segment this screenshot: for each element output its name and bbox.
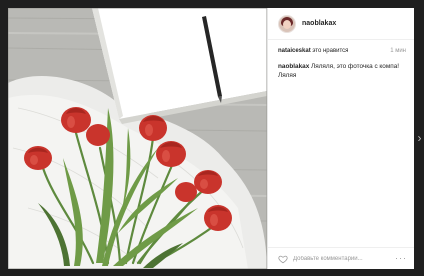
avatar-face bbox=[283, 19, 291, 29]
caption-username[interactable]: naoblakax bbox=[278, 63, 309, 70]
avatar[interactable] bbox=[278, 14, 296, 33]
comment-bar: ··· bbox=[268, 247, 414, 269]
post-sidebar: naoblakax nataiceskat это нравится 1 мин… bbox=[267, 8, 414, 269]
like-activity: nataiceskat это нравится 1 мин bbox=[268, 40, 414, 54]
more-options-icon[interactable]: ··· bbox=[395, 254, 407, 263]
post-modal: naoblakax nataiceskat это нравится 1 мин… bbox=[8, 8, 414, 269]
activity-time: 1 мин bbox=[390, 48, 406, 54]
post-caption: naoblakax Ляляля, это фоточка с компа! Л… bbox=[268, 54, 414, 80]
heart-icon[interactable] bbox=[278, 254, 288, 264]
like-activity-text: это нравится bbox=[310, 48, 349, 54]
post-username[interactable]: naoblakax bbox=[302, 20, 336, 27]
liker-username[interactable]: nataiceskat bbox=[278, 48, 311, 54]
comment-input[interactable] bbox=[293, 255, 383, 262]
post-photo bbox=[8, 8, 267, 269]
post-header: naoblakax bbox=[268, 8, 414, 40]
chevron-right-icon[interactable]: › bbox=[415, 131, 424, 145]
